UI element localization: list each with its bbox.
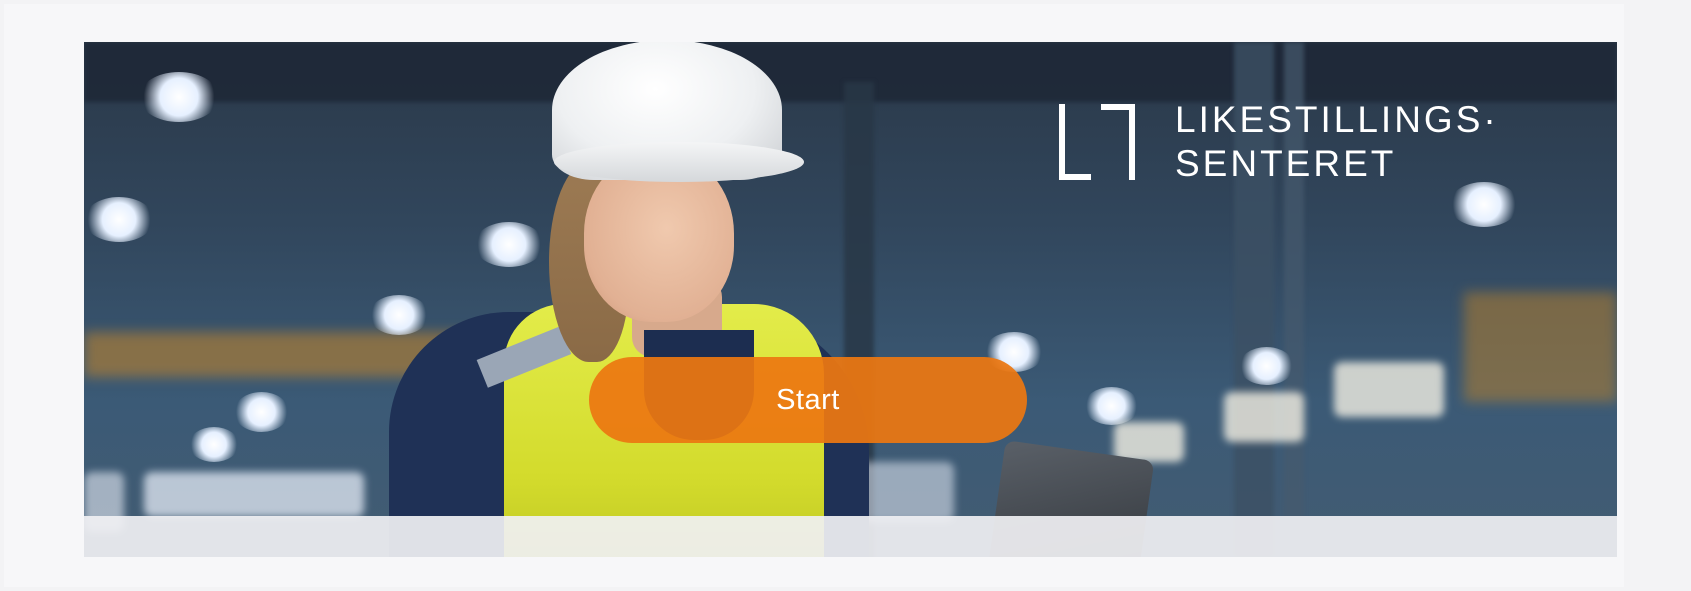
hero-banner: LIKESTILLINGS· SENTERET Start (84, 42, 1617, 557)
hard-hat-brim (554, 142, 804, 182)
page-frame: LIKESTILLINGS· SENTERET Start (4, 4, 1624, 587)
logo-line-2: SENTERET (1175, 143, 1397, 184)
logo-text: LIKESTILLINGS· SENTERET (1175, 98, 1499, 186)
likestillingssenteret-logo: LIKESTILLINGS· SENTERET (1059, 98, 1499, 186)
logo-mark-icon (1059, 104, 1135, 180)
bottom-overlay (84, 516, 1617, 557)
logo-line-1: LIKESTILLINGS· (1175, 99, 1499, 140)
start-button[interactable]: Start (589, 357, 1027, 443)
